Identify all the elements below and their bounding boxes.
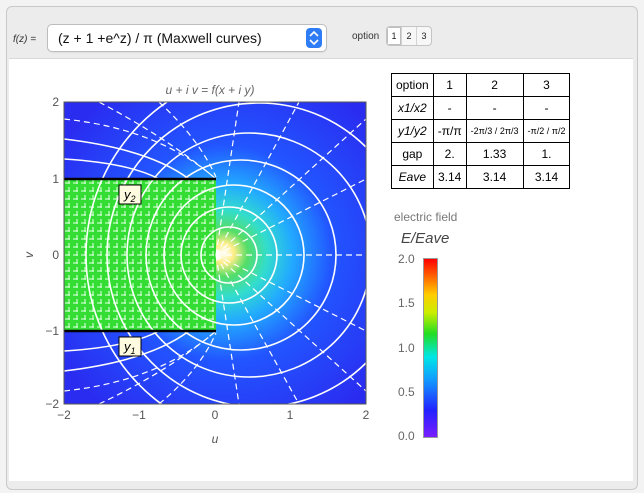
y-tick-label: 0 [52,248,59,262]
colorbar-title: electric field [394,210,458,224]
x-tick-label: −1 [132,408,146,422]
table-cell: 3 [522,73,571,97]
table-cell: 2 [465,73,524,97]
table-row-label: Eave [391,165,434,189]
table-row: x1/x2 - - - [391,96,571,120]
colorbar-subtitle: E/Eave [401,230,450,247]
table-cell: 3.14 [522,165,571,189]
x-tick-label: 1 [287,408,294,422]
fz-label: f(z) = [13,34,37,45]
table-row-label: gap [391,142,434,166]
y-tick-label: 2 [52,95,59,109]
controls-bar: f(z) = (z + 1 +e^z) / π (Maxwell curves)… [6,6,636,56]
table-row: gap 2. 1.33 1. [391,142,571,166]
function-select-value: (z + 1 +e^z) / π (Maxwell curves) [58,30,262,46]
table-cell: 1.33 [465,142,524,166]
table-cell: 2. [432,142,467,166]
table-cell: 3.14 [432,165,467,189]
y-axis-label: v [22,251,36,258]
y1-plate-label: y1 [118,336,142,357]
plot-title: u + i v = f(x + i y) [165,83,254,97]
maxwell-plot: u + i v = f(x + i y) y2 y1 −2 −1 0 1 2 2… [22,83,370,446]
y-tick-label: 1 [52,172,59,186]
x-axis-label: u [212,432,219,446]
colorbar-tick: 2.0 [398,252,415,266]
colorbar-legend [423,258,438,438]
table-row: y1/y2 -π/π -2π/3 / 2π/3 -π/2 / π/2 [391,119,571,143]
y-tick-label: −2 [45,397,59,411]
table-cell: - [522,96,571,120]
table-cell: - [465,96,524,120]
function-select[interactable]: (z + 1 +e^z) / π (Maxwell curves) [47,24,327,52]
table-row-label: x1/x2 [391,96,434,120]
colorbar-tick: 1.5 [398,296,415,310]
table-cell: -π/2 / π/2 [522,119,571,143]
table-cell: 1. [522,142,571,166]
table-row: Eave 3.14 3.14 3.14 [391,165,571,189]
y2-plate-label: y2 [118,184,142,205]
option-button-3[interactable]: 3 [417,27,431,45]
table-row-label: y1/y2 [391,119,434,143]
table-row: option 1 2 3 [391,73,571,97]
colorbar-tick: 0.5 [398,385,415,399]
table-cell: -π/π [432,119,467,143]
y-tick-label: −1 [45,324,59,338]
results-table: option 1 2 3 x1/x2 - - - y1/y2 -π/π -2π/… [391,73,571,189]
x-tick-label: 2 [363,408,370,422]
table-cell: - [432,96,467,120]
colorbar-tick: 1.0 [398,341,415,355]
option-button-2[interactable]: 2 [402,27,417,45]
table-cell: 3.14 [465,165,524,189]
option-setter: 1 2 3 [386,26,432,46]
output-area: u + i v = f(x + i y) y2 y1 −2 −1 0 1 2 2… [9,58,633,481]
option-button-1[interactable]: 1 [387,27,402,45]
table-cell: 1 [432,73,467,97]
chevron-updown-icon[interactable] [306,28,322,48]
x-tick-label: 0 [212,408,219,422]
colorbar-tick: 0.0 [398,429,415,443]
x-tick-label: −2 [57,408,71,422]
option-label: option [352,31,380,42]
table-cell: option [391,73,434,97]
table-cell: -2π/3 / 2π/3 [465,119,524,143]
